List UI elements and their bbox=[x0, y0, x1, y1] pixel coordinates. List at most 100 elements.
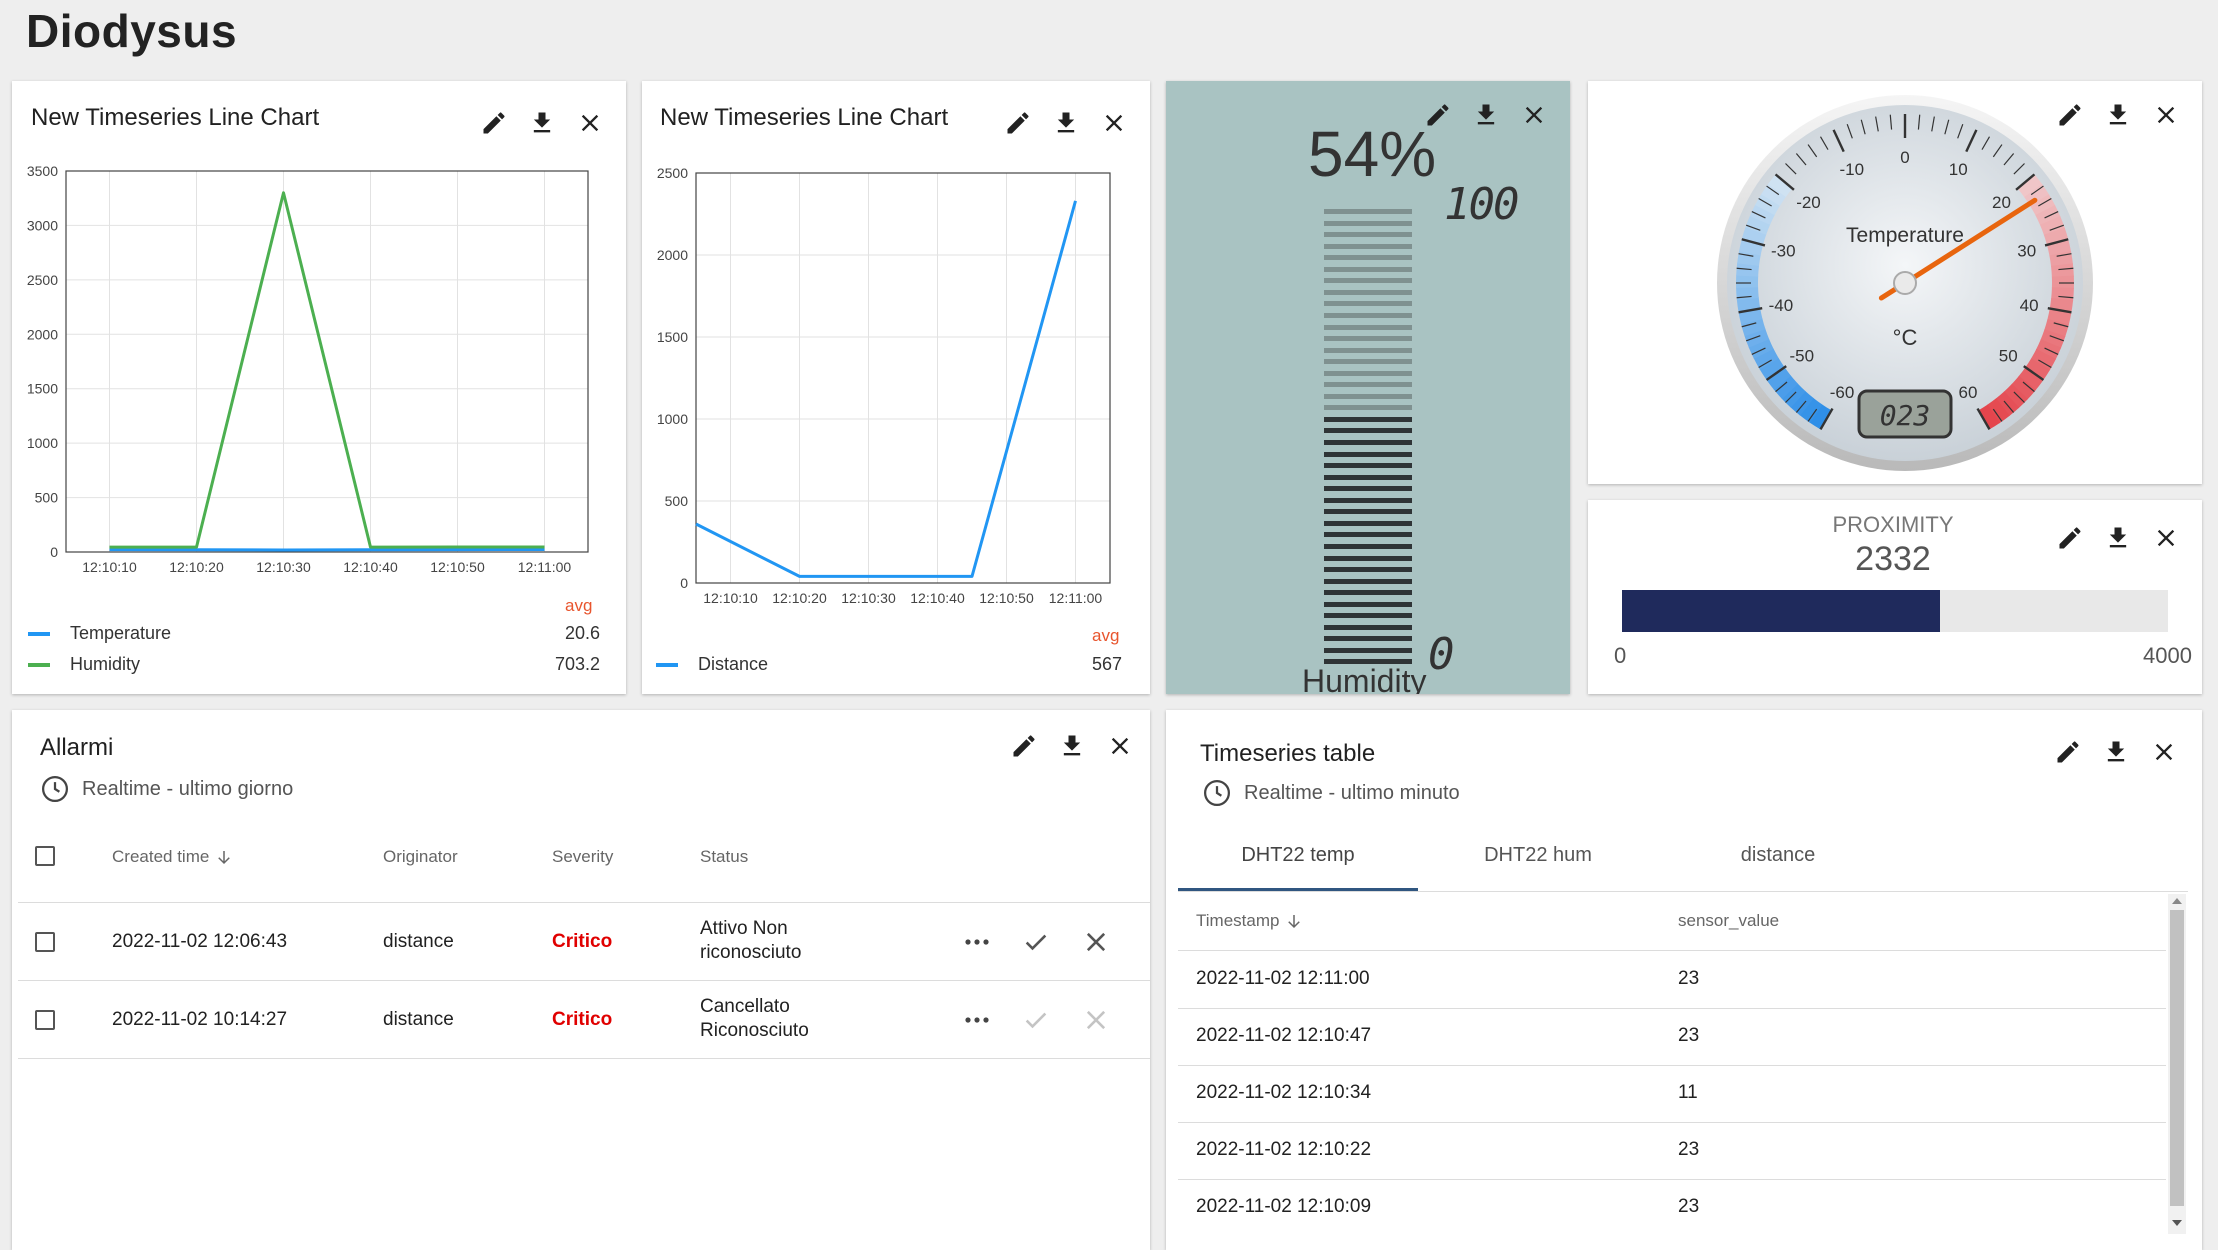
humidity-bar-segment bbox=[1324, 613, 1412, 618]
x-tick-label: 12:10:30 bbox=[841, 590, 896, 606]
x-tick-label: 12:10:10 bbox=[82, 559, 137, 575]
close-icon[interactable] bbox=[1520, 101, 1548, 129]
humidity-bar-segment bbox=[1324, 544, 1412, 549]
humidity-bar-segment bbox=[1324, 648, 1412, 653]
temperature-gauge-card: -60-50-40-30-20-100102030405060 Temperat… bbox=[1588, 81, 2202, 484]
gauge-color-band bbox=[1769, 363, 1776, 373]
column-header-sensor-value[interactable]: sensor_value bbox=[1678, 911, 1779, 931]
humidity-bar-segment bbox=[1324, 625, 1412, 630]
acknowledge-check-icon[interactable] bbox=[1020, 928, 1052, 961]
column-header-status[interactable]: Status bbox=[700, 847, 748, 867]
legend-item-distance[interactable]: Distance bbox=[656, 654, 768, 675]
close-icon[interactable] bbox=[2152, 524, 2180, 552]
edit-icon[interactable] bbox=[1010, 732, 1038, 760]
humidity-bar-segment bbox=[1324, 221, 1412, 226]
humidity-bar-gauge bbox=[1324, 209, 1412, 671]
column-header-severity[interactable]: Severity bbox=[552, 847, 613, 867]
clock-icon bbox=[1202, 778, 1232, 808]
sort-arrow-down-icon bbox=[1285, 912, 1303, 930]
gauge-color-band bbox=[2062, 288, 2063, 300]
y-tick-label: 1000 bbox=[27, 435, 58, 451]
row-sensor-value: 23 bbox=[1678, 968, 1699, 990]
row-timestamp: 2022-11-02 12:10:34 bbox=[1196, 1082, 1371, 1104]
download-icon[interactable] bbox=[2102, 738, 2130, 766]
y-tick-label: 3500 bbox=[27, 163, 58, 179]
gauge-color-band bbox=[2058, 310, 2061, 322]
gauge-color-band bbox=[2027, 374, 2034, 384]
more-horiz-icon[interactable] bbox=[962, 930, 992, 959]
edit-icon[interactable] bbox=[2054, 738, 2082, 766]
download-icon[interactable] bbox=[2104, 101, 2132, 129]
timeseries-timewindow[interactable]: Realtime - ultimo minuto bbox=[1202, 778, 1460, 808]
humidity-bar-segment bbox=[1324, 301, 1412, 306]
edit-icon[interactable] bbox=[2056, 524, 2084, 552]
humidity-bar-segment bbox=[1324, 452, 1412, 457]
column-header-timestamp[interactable]: Timestamp bbox=[1196, 911, 1303, 931]
gauge-tick-label: -60 bbox=[1830, 383, 1855, 402]
gauge-tick-label: -30 bbox=[1771, 241, 1796, 260]
tab-dht22-temp[interactable]: DHT22 temp bbox=[1178, 844, 1418, 867]
column-header-label: Created time bbox=[112, 847, 209, 867]
download-icon[interactable] bbox=[1472, 101, 1500, 129]
column-header-originator[interactable]: Originator bbox=[383, 847, 458, 867]
tab-distance[interactable]: distance bbox=[1658, 844, 1898, 867]
legend-item-temperature[interactable]: Temperature bbox=[28, 623, 171, 644]
close-icon[interactable] bbox=[2152, 101, 2180, 129]
humidity-bar-segment bbox=[1324, 371, 1412, 376]
proximity-bar-track bbox=[1622, 590, 2168, 632]
legend-avg-distance: 567 bbox=[1092, 654, 1122, 675]
humidity-bar-segment bbox=[1324, 232, 1412, 237]
clear-alarm-icon[interactable] bbox=[1082, 928, 1110, 961]
avg-header: avg bbox=[565, 596, 592, 616]
row-checkbox[interactable] bbox=[35, 1010, 55, 1030]
gauge-color-band bbox=[2002, 399, 2011, 407]
close-icon[interactable] bbox=[2150, 738, 2178, 766]
legend-label: Distance bbox=[698, 654, 768, 675]
gauge-color-band bbox=[1759, 343, 1764, 354]
more-horiz-icon[interactable] bbox=[962, 1008, 992, 1037]
select-all-checkbox[interactable] bbox=[35, 846, 55, 866]
humidity-min: 0 bbox=[1428, 629, 1455, 680]
gauge-tick-label: 40 bbox=[2020, 296, 2039, 315]
y-tick-label: 1500 bbox=[657, 329, 688, 345]
alarm-status-line2: riconosciuto bbox=[700, 942, 801, 964]
gauge-tick-label: -10 bbox=[1839, 160, 1864, 179]
timeseries-table-card: Timeseries table Realtime - ultimo minut… bbox=[1166, 710, 2202, 1250]
gauge-tick-label: -40 bbox=[1769, 296, 1794, 315]
download-icon[interactable] bbox=[1058, 732, 1086, 760]
y-tick-label: 3000 bbox=[27, 217, 58, 233]
humidity-bar-segment bbox=[1324, 382, 1412, 387]
legend-item-humidity[interactable]: Humidity bbox=[28, 654, 140, 675]
distance-line-chart: 0500100015002000250012:10:1012:10:2012:1… bbox=[642, 81, 1150, 621]
row-timestamp: 2022-11-02 12:10:22 bbox=[1196, 1139, 1371, 1161]
widget-toolbar bbox=[2054, 738, 2178, 766]
gauge-lcd-value: 023 bbox=[1880, 399, 1931, 432]
gauge-tick-label: 60 bbox=[1959, 383, 1978, 402]
legend-avg-temperature: 20.6 bbox=[565, 623, 600, 644]
gauge-tick-label: -20 bbox=[1796, 193, 1821, 212]
alarms-timewindow[interactable]: Realtime - ultimo giorno bbox=[40, 774, 293, 804]
clear-alarm-icon bbox=[1082, 1006, 1110, 1039]
divider bbox=[1178, 1065, 2166, 1066]
column-header-created-time[interactable]: Created time bbox=[112, 847, 233, 867]
humidity-bar-segment bbox=[1324, 475, 1412, 480]
alarm-created-time: 2022-11-02 12:06:43 bbox=[112, 931, 287, 953]
plot-frame bbox=[696, 173, 1110, 583]
row-checkbox[interactable] bbox=[35, 932, 55, 952]
gauge-color-band bbox=[1747, 264, 1748, 276]
row-timestamp: 2022-11-02 12:11:00 bbox=[1196, 968, 1370, 990]
alarms-title: Allarmi bbox=[40, 734, 113, 762]
humidity-bar-segment bbox=[1324, 509, 1412, 514]
tab-dht22-hum[interactable]: DHT22 hum bbox=[1418, 844, 1658, 867]
gauge-color-band bbox=[2026, 181, 2034, 191]
download-icon[interactable] bbox=[2104, 524, 2132, 552]
close-icon[interactable] bbox=[1106, 732, 1134, 760]
x-tick-label: 12:10:30 bbox=[256, 559, 311, 575]
scroll-down-arrow-icon[interactable] bbox=[2172, 1220, 2182, 1226]
table-scrollbar[interactable] bbox=[2168, 894, 2186, 1234]
x-tick-label: 12:11:00 bbox=[1049, 590, 1103, 606]
gauge-tick-label: 50 bbox=[1999, 346, 2018, 365]
scroll-up-arrow-icon[interactable] bbox=[2172, 898, 2182, 904]
gauge-color-band bbox=[1760, 209, 1765, 220]
scrollbar-thumb[interactable] bbox=[2170, 910, 2184, 1206]
